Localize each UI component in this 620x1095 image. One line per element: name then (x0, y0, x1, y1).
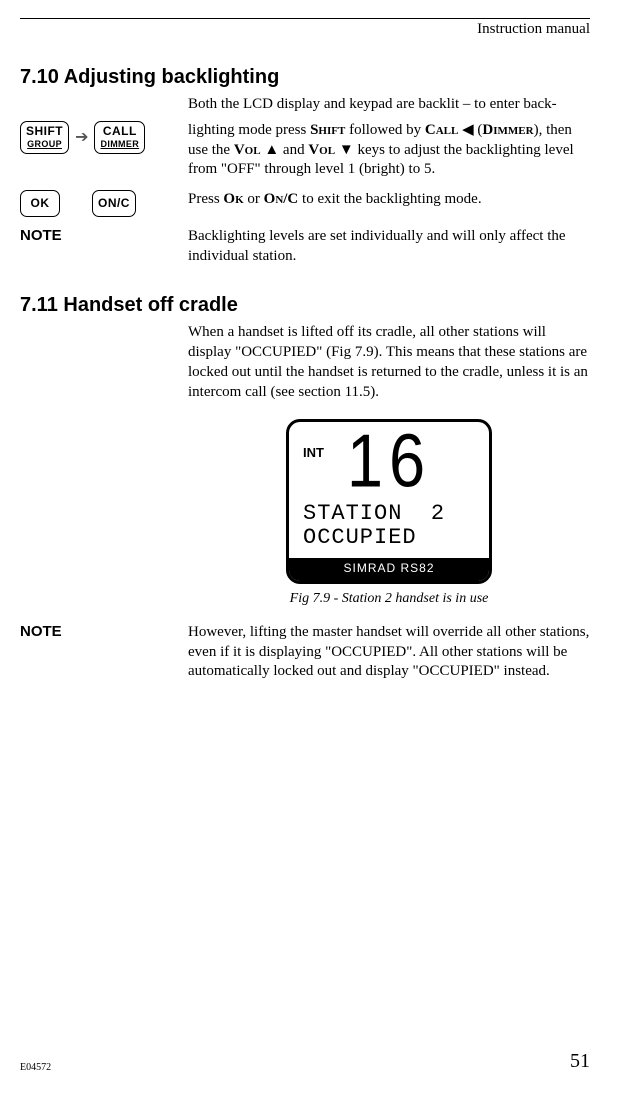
note-label: NOTE (20, 623, 62, 640)
lcd-brand: SIMRAD RS82 (289, 558, 489, 581)
lcd-screen: INT 16 STATION 2 OCCUPIED (289, 422, 489, 559)
t: followed by (345, 122, 425, 138)
lcd-channel-number: 16 (303, 427, 475, 494)
note-label: NOTE (20, 227, 62, 244)
p-7-10-exit: Press Ok or On/C to exit the backlightin… (188, 190, 590, 210)
key-shift: SHIFT GROUP (20, 121, 69, 154)
row-7-11-p1: When a handset is lifted off its cradle,… (20, 323, 590, 402)
doc-id: E04572 (20, 1062, 51, 1073)
kw-vol-down: Vol (308, 142, 335, 158)
p-7-10-intro: Both the LCD display and keypad are back… (188, 95, 590, 115)
t: Press (188, 191, 223, 207)
kw-dimmer: Dimmer (482, 122, 533, 138)
row-figure: INT 16 STATION 2 OCCUPIED SIMRAD RS82 Fi… (20, 409, 590, 615)
key-onc-label: ON/C (98, 197, 130, 210)
note-text-7-10: Backlighting levels are set individually… (188, 227, 590, 267)
header-rule (20, 18, 590, 19)
triangle-up-icon: ▲ (261, 142, 283, 158)
kw-ok: Ok (223, 191, 243, 207)
arrow-right-icon: ➔ (75, 127, 88, 147)
page-number: 51 (570, 1050, 590, 1073)
row-7-10-keys2: OK ON/C Press Ok or On/C to exit the bac… (20, 190, 590, 217)
t: and (283, 142, 308, 158)
key-ok: OK (20, 190, 60, 217)
t: or (244, 191, 264, 207)
row-7-10-keys1: SHIFT GROUP ➔ CALL DIMMER lighting mode … (20, 121, 590, 180)
lcd-line-1: STATION 2 (303, 502, 475, 526)
arrow-left-icon: ◀ (458, 122, 477, 138)
p-7-11-body: When a handset is lifted off its cradle,… (188, 323, 590, 402)
t: lighting mode press (188, 122, 310, 138)
page: Instruction manual 7.10 Adjusting backli… (0, 0, 620, 1095)
note-text-7-11: However, lifting the master handset will… (188, 623, 590, 682)
p-7-10-body: lighting mode press Shift followed by Ca… (188, 121, 590, 180)
key-onc: ON/C (92, 190, 136, 217)
row-7-11-note: NOTE However, lifting the master handset… (20, 623, 590, 682)
key-ok-label: OK (31, 197, 50, 210)
key-call: CALL DIMMER (94, 121, 145, 154)
lcd-frame: INT 16 STATION 2 OCCUPIED SIMRAD RS82 (286, 419, 492, 585)
section-title-7-10: 7.10 Adjusting backlighting (20, 66, 590, 89)
key-call-top: CALL (103, 125, 137, 138)
row-7-10-note: NOTE Backlighting levels are set individ… (20, 227, 590, 267)
running-header: Instruction manual (20, 21, 590, 38)
kw-onc: On/C (264, 191, 299, 207)
lcd-line-2: OCCUPIED (303, 526, 475, 550)
kw-vol-up: Vol (234, 142, 261, 158)
figure-7-9: INT 16 STATION 2 OCCUPIED SIMRAD RS82 Fi… (188, 419, 590, 609)
key-call-bottom: DIMMER (100, 139, 139, 149)
key-shift-bottom: GROUP (27, 139, 62, 149)
figure-caption: Fig 7.9 - Station 2 handset is in use (290, 590, 489, 608)
kw-call: Call (425, 122, 458, 138)
row-7-10-p1a: Both the LCD display and keypad are back… (20, 95, 590, 115)
t: to exit the backlighting mode. (298, 191, 481, 207)
kw-shift: Shift (310, 122, 345, 138)
triangle-down-icon: ▼ (335, 142, 357, 158)
key-shift-top: SHIFT (26, 125, 63, 138)
page-footer: E04572 51 (20, 1050, 590, 1073)
section-title-7-11: 7.11 Handset off cradle (20, 294, 590, 317)
